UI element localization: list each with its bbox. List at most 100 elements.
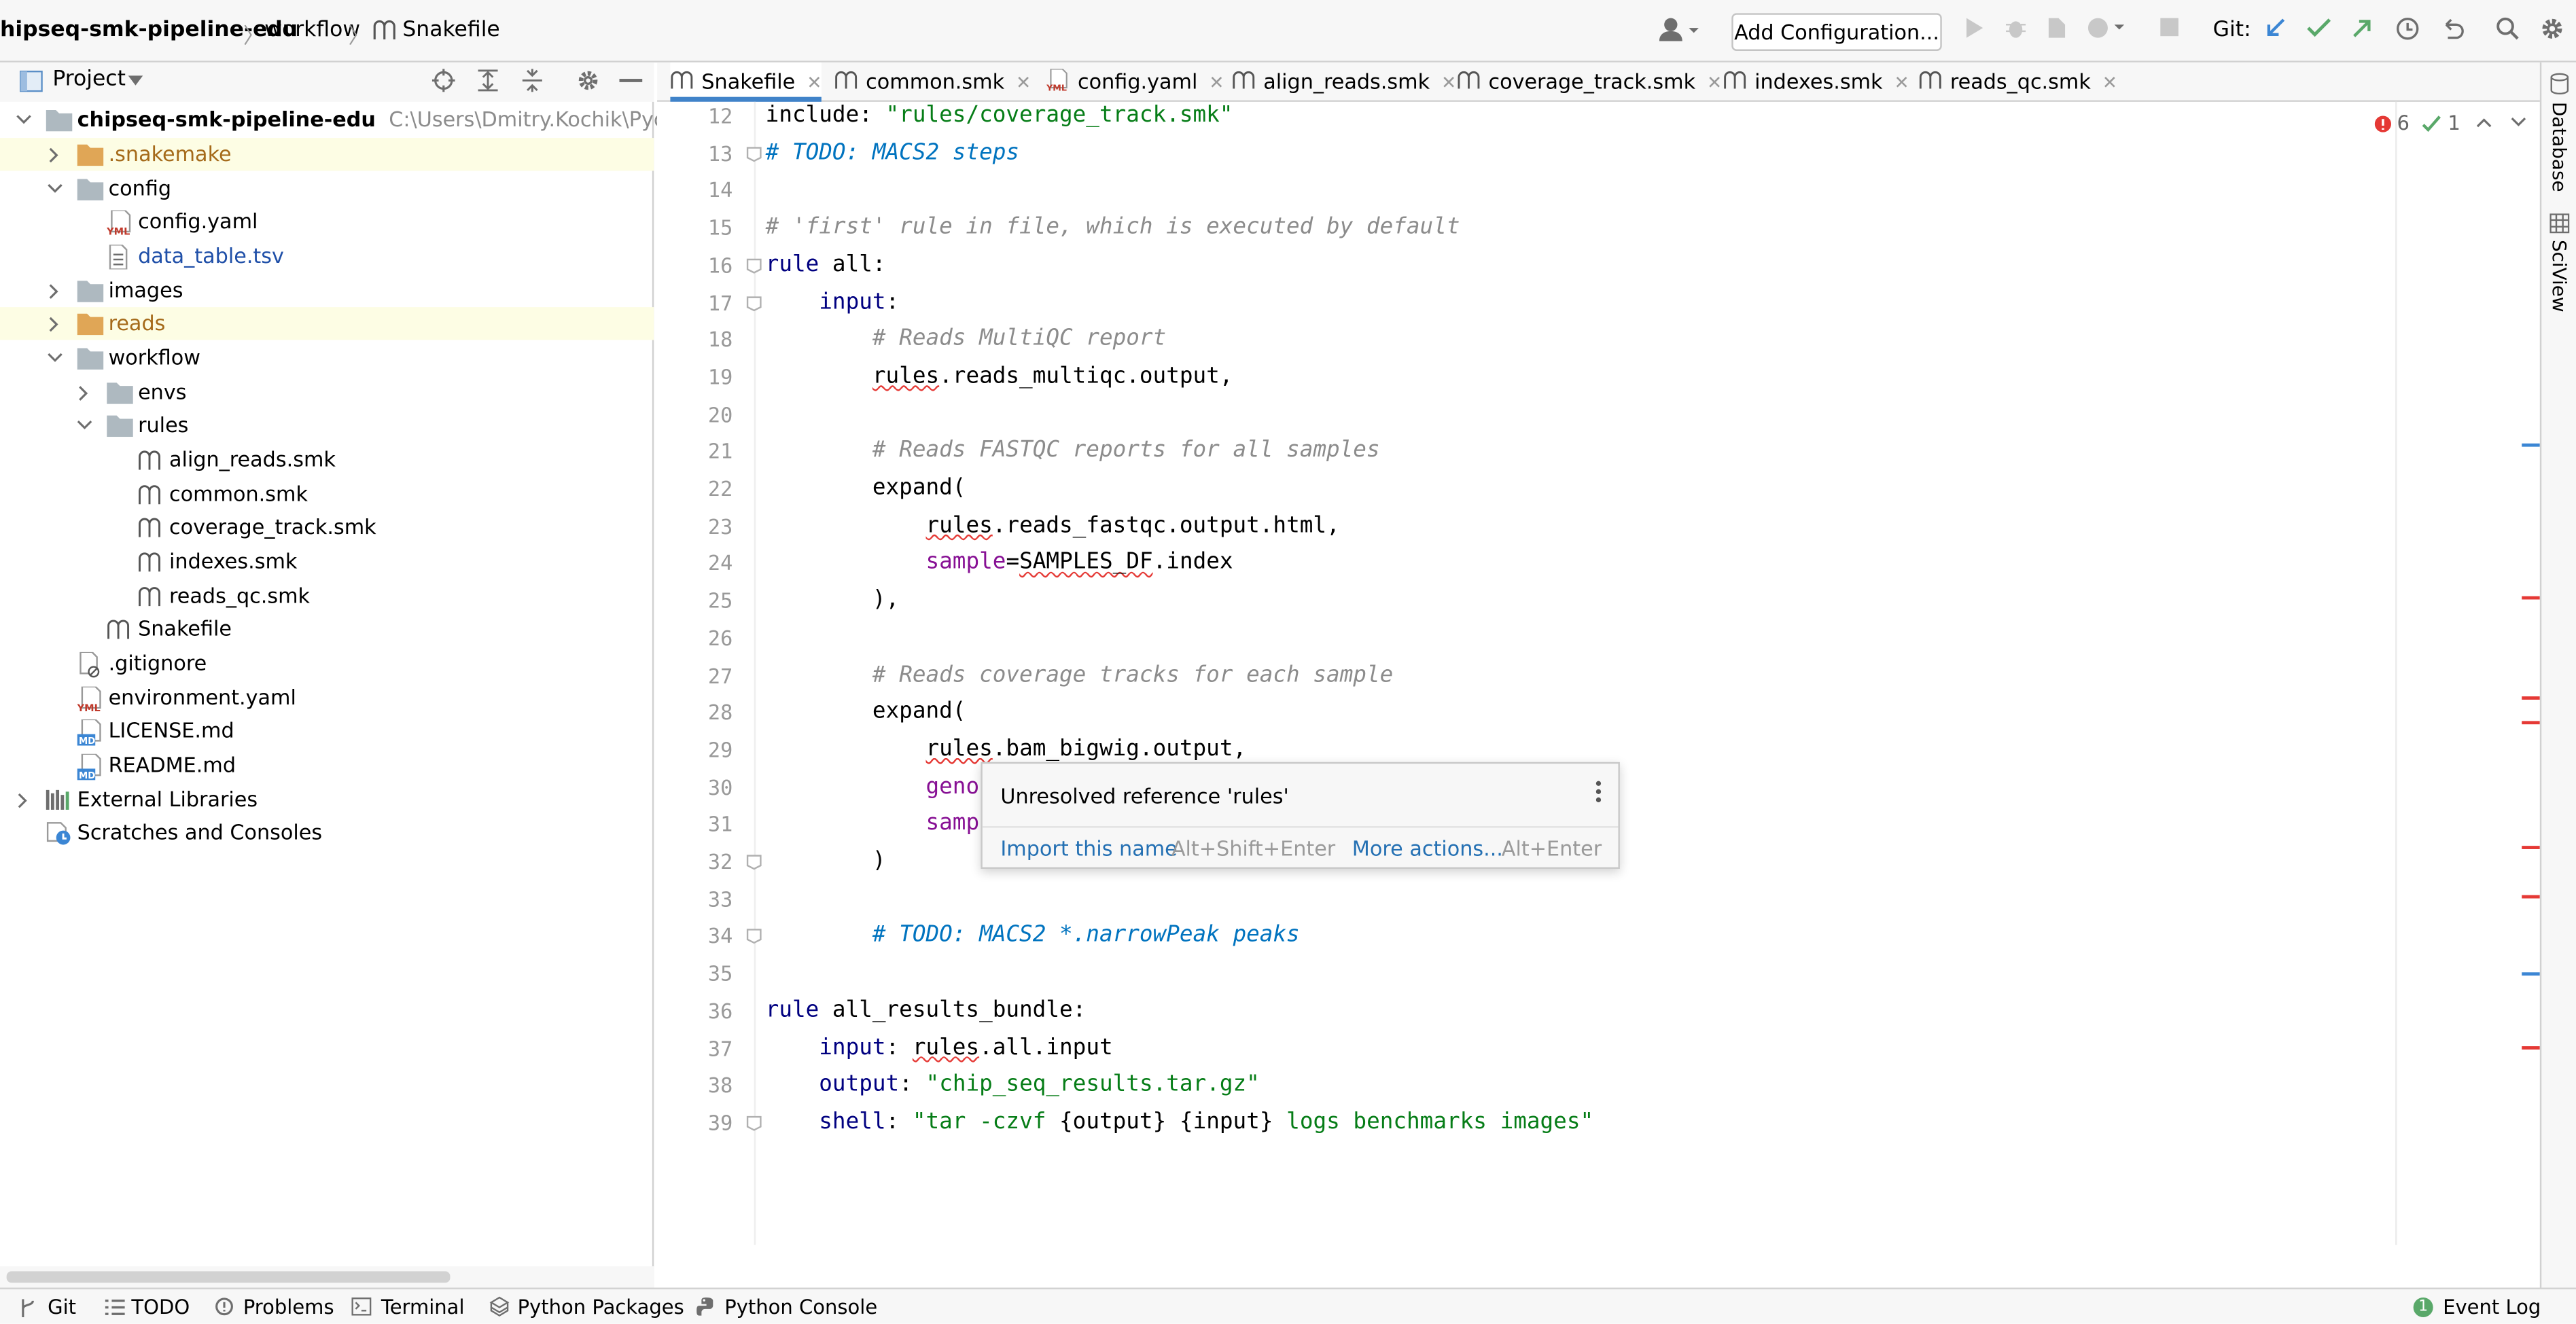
code-line[interactable]: output: "chip_seq_results.tar.gz": [766, 1067, 1260, 1103]
stripe-mark[interactable]: [2522, 443, 2540, 447]
history-icon[interactable]: [2395, 16, 2420, 41]
sciview-tool-tab[interactable]: SciView: [2548, 240, 2571, 312]
code-editor[interactable]: 12 13 14 15 16 17 18 19 20 21 22 23 24 25 26 27 28 29 30 31…: [657, 101, 2540, 1245]
tree-item-snakemake[interactable]: .snakemake: [0, 138, 654, 171]
fold-marker-icon[interactable]: [746, 929, 762, 945]
tab-coverage_track-smk[interactable]: coverage_track.smk ✕: [1458, 62, 1722, 102]
close-icon[interactable]: ✕: [1707, 72, 1722, 93]
stripe-mark[interactable]: [2522, 1046, 2540, 1050]
tree-item-license[interactable]: MD LICENSE.md: [0, 715, 654, 747]
tree-item-config-folder[interactable]: config: [0, 173, 654, 205]
gear-icon[interactable]: [577, 69, 600, 92]
close-icon[interactable]: ✕: [2102, 72, 2117, 93]
fold-marker-icon[interactable]: [746, 257, 762, 274]
close-icon[interactable]: ✕: [1016, 72, 1031, 93]
hide-panel-icon[interactable]: [619, 79, 643, 84]
tree-root[interactable]: chipseq-smk-pipeline-edu C:\Users\Dmitry.…: [0, 103, 751, 136]
stripe-mark[interactable]: [2522, 895, 2540, 899]
code-line[interactable]: include: "rules/coverage_track.smk": [766, 97, 1233, 133]
import-name-link[interactable]: Import this name: [1000, 836, 1177, 861]
code-line[interactable]: ),: [766, 582, 899, 618]
tab-indexes-smk[interactable]: indexes.smk ✕: [1723, 62, 1909, 102]
stop-icon[interactable]: [2159, 16, 2180, 37]
code-line[interactable]: # TODO: MACS2 steps: [766, 134, 1019, 170]
event-log-tool-button[interactable]: 1 Event Log: [2413, 1289, 2541, 1324]
chevron-up-icon[interactable]: [2476, 117, 2492, 128]
todo-tool-button[interactable]: TODO: [105, 1289, 190, 1324]
sciview-icon[interactable]: [2549, 213, 2570, 234]
tree-item-indexes[interactable]: indexes.smk: [0, 545, 654, 578]
code-line[interactable]: rule all:: [766, 246, 886, 282]
tree-item-reads-qc[interactable]: reads_qc.smk: [0, 579, 654, 612]
stripe-mark[interactable]: [2522, 596, 2540, 600]
tree-item-readme[interactable]: MD README.md: [0, 749, 654, 781]
warning-check-icon[interactable]: [2422, 115, 2441, 133]
stripe-mark[interactable]: [2522, 696, 2540, 700]
fold-marker-icon[interactable]: [746, 854, 762, 870]
profile-icon[interactable]: [2087, 16, 2130, 39]
settings-gear-icon[interactable]: [2540, 16, 2564, 41]
add-configuration-button[interactable]: Add Configuration...: [1731, 13, 1942, 51]
database-tool-tab[interactable]: Database: [2548, 102, 2571, 192]
rollback-icon[interactable]: [2439, 16, 2464, 41]
tree-item-data-table[interactable]: data_table.tsv: [0, 240, 654, 272]
git-commit-icon[interactable]: [2306, 16, 2331, 39]
code-line[interactable]: expand(: [766, 469, 966, 505]
code-line[interactable]: input:: [766, 283, 899, 319]
more-actions-link[interactable]: More actions...: [1352, 836, 1503, 861]
code-line[interactable]: rules.reads_fastqc.output.html,: [766, 507, 1340, 543]
code-line[interactable]: shell: "tar -czvf {output} {input} logs …: [766, 1103, 1593, 1139]
database-icon[interactable]: [2549, 72, 2569, 95]
code-line[interactable]: # TODO: MACS2 *.narrowPeak peaks: [766, 917, 1300, 953]
tree-item-images[interactable]: images: [0, 274, 654, 307]
breadcrumb-file[interactable]: Snakefile: [402, 18, 499, 43]
tree-item-environment-yaml[interactable]: YML environment.yaml: [0, 681, 654, 714]
horizontal-scrollbar[interactable]: [0, 1266, 654, 1288]
code-line[interactable]: ): [766, 842, 886, 878]
chevron-down-icon[interactable]: [128, 75, 143, 86]
code-line[interactable]: input: rules.all.input: [766, 1029, 1112, 1065]
code-line[interactable]: geno: [766, 768, 980, 804]
terminal-tool-button[interactable]: Terminal: [351, 1289, 465, 1324]
close-icon[interactable]: ✕: [807, 72, 822, 93]
tab-common-smk[interactable]: common.smk ✕: [834, 62, 1031, 102]
code-line[interactable]: # 'first' rule in file, which is execute…: [766, 209, 1460, 245]
code-line[interactable]: rule all_results_bundle:: [766, 992, 1087, 1028]
tab-snakefile[interactable]: Snakefile ✕: [670, 62, 822, 102]
tree-item-scratches[interactable]: Scratches and Consoles: [0, 817, 654, 849]
code-line[interactable]: expand(: [766, 694, 966, 730]
tree-item-workflow[interactable]: workflow: [0, 342, 654, 374]
breadcrumb-folder[interactable]: workflow: [264, 18, 360, 43]
fold-marker-icon[interactable]: [746, 1115, 762, 1131]
locate-file-icon[interactable]: [431, 69, 455, 92]
fold-marker-icon[interactable]: [746, 145, 762, 162]
tree-item-align-reads[interactable]: align_reads.smk: [0, 444, 654, 476]
problems-tool-button[interactable]: Problems: [215, 1289, 334, 1324]
tree-item-snakefile[interactable]: Snakefile: [0, 613, 654, 645]
close-icon[interactable]: ✕: [1894, 72, 1909, 93]
fold-marker-icon[interactable]: [746, 295, 762, 311]
error-icon[interactable]: [2374, 115, 2393, 133]
code-line[interactable]: # Reads MultiQC report: [766, 321, 1166, 357]
tree-item-envs[interactable]: envs: [0, 376, 654, 409]
tab-align_reads-smk[interactable]: align_reads.smk ✕: [1232, 62, 1456, 102]
tab-config-yaml[interactable]: YML config.yaml ✕: [1046, 62, 1224, 102]
tree-item-rules[interactable]: rules: [0, 409, 654, 442]
code-line[interactable]: samp: [766, 805, 980, 841]
project-panel-title[interactable]: Project: [52, 67, 126, 92]
code-line[interactable]: sample=SAMPLES_DF.index: [766, 544, 1233, 580]
tree-item-coverage-track[interactable]: coverage_track.smk: [0, 511, 654, 543]
user-icon[interactable]: [1659, 16, 1702, 43]
close-icon[interactable]: ✕: [1209, 72, 1224, 93]
more-options-icon[interactable]: [1595, 780, 1602, 803]
scrollbar-thumb[interactable]: [6, 1271, 451, 1283]
stripe-mark[interactable]: [2522, 972, 2540, 976]
expand-all-icon[interactable]: [476, 69, 499, 92]
tab-reads_qc-smk[interactable]: reads_qc.smk ✕: [1919, 62, 2117, 102]
collapse-all-icon[interactable]: [521, 69, 544, 92]
code-line[interactable]: rules.reads_multiqc.output,: [766, 358, 1233, 394]
git-push-icon[interactable]: [2351, 16, 2374, 39]
debug-icon[interactable]: [2005, 16, 2028, 39]
search-icon[interactable]: [2496, 16, 2520, 41]
stripe-mark[interactable]: [2522, 846, 2540, 849]
